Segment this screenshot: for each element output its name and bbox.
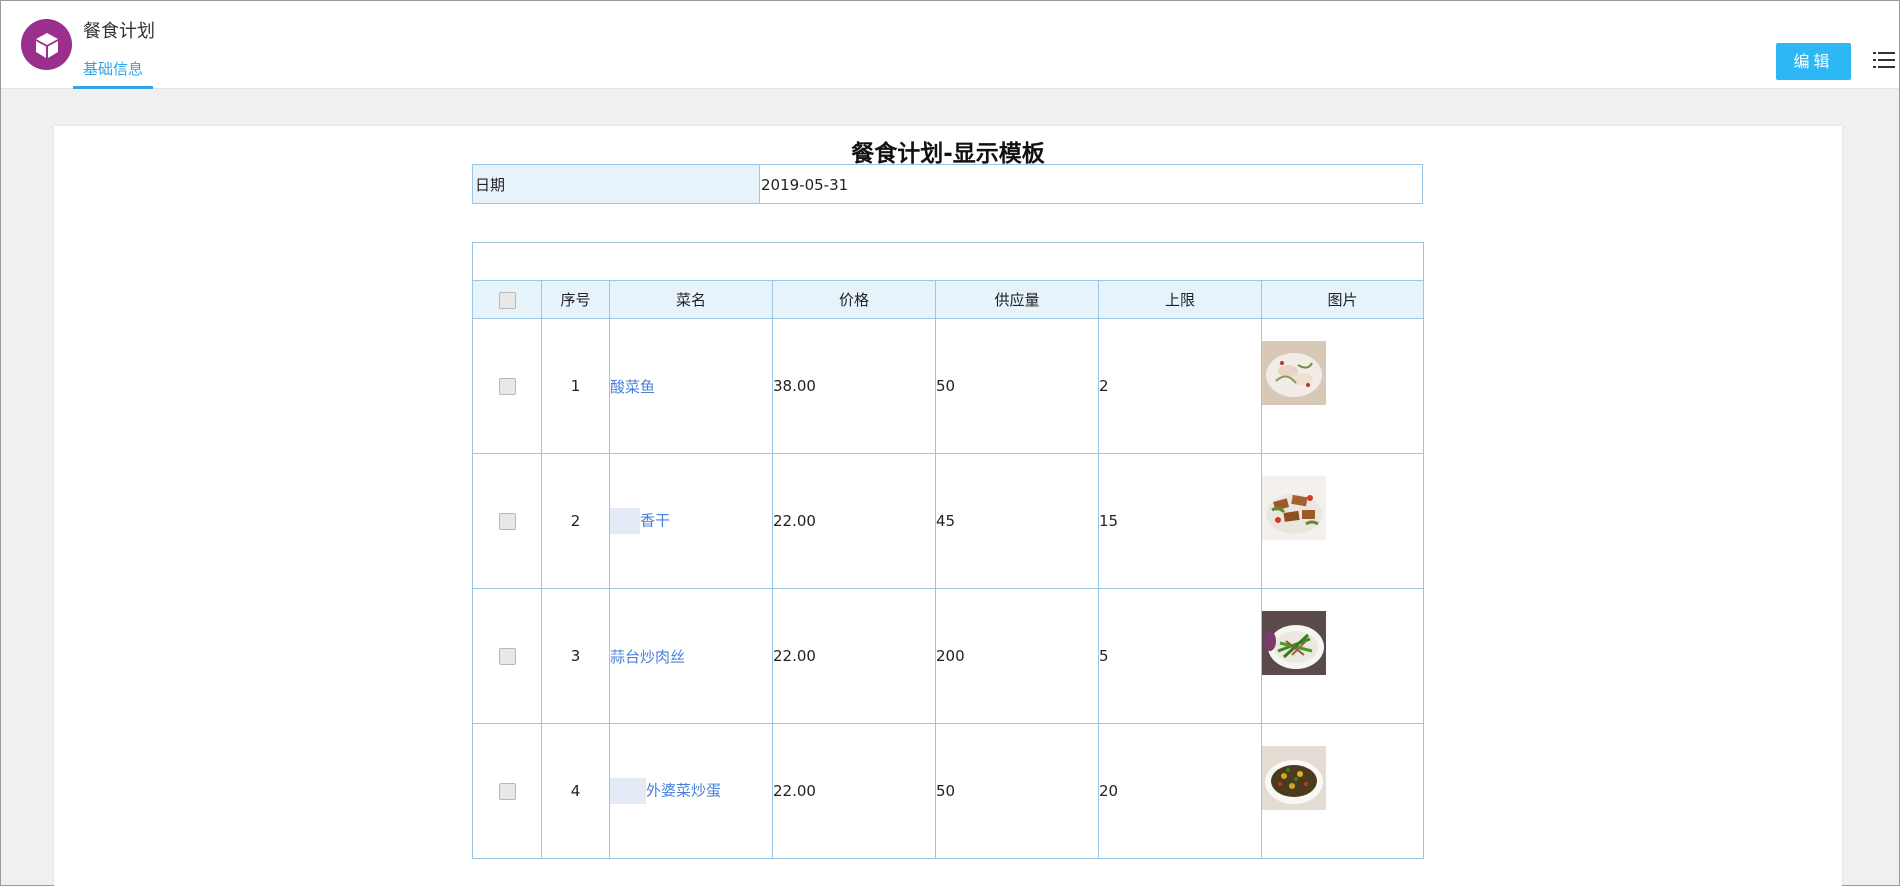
row-price: 22.00 <box>772 723 936 859</box>
date-value: 2019-05-31 <box>761 176 849 194</box>
row-image-cell <box>1260 318 1425 454</box>
row-checkbox[interactable] <box>498 648 516 665</box>
row-checkbox[interactable] <box>498 513 516 530</box>
edit-button[interactable]: 编辑 <box>1776 43 1851 80</box>
cube-icon <box>21 19 72 70</box>
header-index: 序号 <box>541 280 610 319</box>
dish-name-link[interactable]: 香干 <box>640 512 670 530</box>
row-limit: 2 <box>1098 318 1262 454</box>
row-select-cell <box>472 318 542 454</box>
row-limit: 15 <box>1098 453 1262 589</box>
header-image: 图片 <box>1260 280 1425 319</box>
top-bar: 餐食计划 基础信息 编辑 <box>1 1 1899 89</box>
row-select-cell <box>472 723 542 859</box>
row-index: 1 <box>541 318 610 454</box>
row-name-cell: 外婆菜炒蛋 <box>609 723 773 859</box>
egg-dish-photo[interactable] <box>1262 746 1326 810</box>
row-limit: 20 <box>1098 723 1262 859</box>
row-price: 22.00 <box>772 453 936 589</box>
dish-table: 序号 菜名 价格 供应量 上限 图片 1 酸菜鱼 38.00 50 2 2 香干… <box>471 242 1425 859</box>
row-name-cell: 蒜台炒肉丝 <box>609 588 773 724</box>
select-all-checkbox[interactable] <box>498 291 516 309</box>
header-price: 价格 <box>772 280 936 319</box>
header-supply: 供应量 <box>935 280 1099 319</box>
header-name: 菜名 <box>609 280 773 319</box>
header-limit: 上限 <box>1098 280 1262 319</box>
tofu-dish-photo[interactable] <box>1262 476 1326 540</box>
table-toolbar-row <box>471 242 1425 281</box>
date-table: 日期 2019-05-31 <box>472 164 1423 204</box>
fish-dish-photo[interactable] <box>1262 341 1326 405</box>
row-select-cell <box>472 453 542 589</box>
row-image-cell <box>1260 453 1425 589</box>
row-name-cell: 酸菜鱼 <box>609 318 773 454</box>
table-row: 1 酸菜鱼 38.00 50 2 <box>472 318 1425 454</box>
row-checkbox[interactable] <box>498 783 516 800</box>
row-price: 22.00 <box>772 588 936 724</box>
row-price: 38.00 <box>772 318 936 454</box>
dish-name-link[interactable]: 外婆菜炒蛋 <box>646 782 721 800</box>
row-supply: 45 <box>935 453 1099 589</box>
dish-name-link[interactable]: 酸菜鱼 <box>610 378 655 396</box>
row-image-cell <box>1260 588 1425 724</box>
app-title: 餐食计划 <box>83 21 155 42</box>
row-supply: 200 <box>935 588 1099 724</box>
table-row: 2 香干 22.00 45 15 <box>472 453 1425 589</box>
row-index: 2 <box>541 453 610 589</box>
select-all-cell <box>472 280 542 319</box>
row-name-cell: 香干 <box>609 453 773 589</box>
redacted-mask <box>610 508 640 534</box>
garlic-pork-photo[interactable] <box>1262 611 1326 675</box>
row-index: 4 <box>541 723 610 859</box>
redacted-mask <box>610 778 646 804</box>
content-panel: 餐食计划-显示模板 日期 2019-05-31 序号 菜名 价格 供应量 上限 … <box>54 126 1842 886</box>
list-menu-icon[interactable] <box>1873 49 1895 71</box>
tab-basic-info[interactable]: 基础信息 <box>73 57 154 89</box>
row-image-cell <box>1260 723 1425 859</box>
page-title: 餐食计划-显示模板 <box>851 141 1045 167</box>
row-index: 3 <box>541 588 610 724</box>
row-select-cell <box>472 588 542 724</box>
row-supply: 50 <box>935 723 1099 859</box>
table-row: 4 外婆菜炒蛋 22.00 50 20 <box>472 723 1425 859</box>
dish-name-link[interactable]: 蒜台炒肉丝 <box>610 648 685 666</box>
row-checkbox[interactable] <box>498 378 516 395</box>
table-header-row: 序号 菜名 价格 供应量 上限 图片 <box>472 280 1425 319</box>
row-supply: 50 <box>935 318 1099 454</box>
row-limit: 5 <box>1098 588 1262 724</box>
table-row: 3 蒜台炒肉丝 22.00 200 5 <box>472 588 1425 724</box>
date-label: 日期 <box>473 165 760 203</box>
